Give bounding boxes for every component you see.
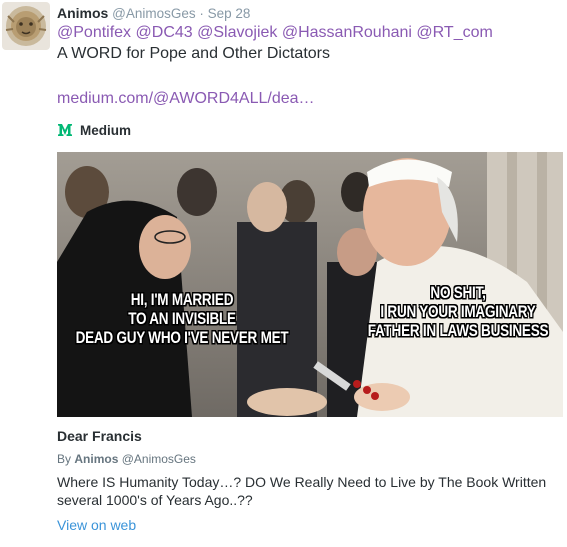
card-description: Where IS Humanity Today…? DO We Really N… xyxy=(57,474,547,508)
view-on-web-link[interactable]: View on web xyxy=(57,517,136,533)
caption-right-line: I RUN YOUR IMAGINARY xyxy=(380,303,536,321)
caption-left-line: TO AN INVISIBLE xyxy=(128,310,236,328)
separator-dot: · xyxy=(199,6,204,21)
author-name[interactable]: Animos xyxy=(57,5,108,21)
provider-name: Medium xyxy=(80,122,132,138)
caption-right-line: NO SHIT, xyxy=(430,284,486,302)
card-image[interactable]: HI, I'M MARRIED TO AN INVISIBLE DEAD GUY… xyxy=(57,152,563,417)
medium-icon xyxy=(58,124,72,136)
mention-hassanrouhani[interactable]: @HassanRouhani xyxy=(282,24,412,41)
tweet-header: Animos @AnimosGes · Sep 28 xyxy=(57,5,250,21)
lion-avatar-icon xyxy=(2,2,50,50)
avatar[interactable] xyxy=(2,2,50,50)
tweet-text: @Pontifex @DC43 @Slavojiek @HassanRouhan… xyxy=(57,22,557,64)
by-prefix: By xyxy=(57,452,72,466)
caption-left-line: DEAD GUY WHO I'VE NEVER MET xyxy=(75,329,289,347)
mentions-line: @Pontifex @DC43 @Slavojiek @HassanRouhan… xyxy=(57,22,557,43)
tweet-body: A WORD for Pope and Other Dictators xyxy=(57,45,330,62)
card-provider[interactable]: Medium xyxy=(57,121,131,139)
meme-caption-left: HI, I'M MARRIED TO AN INVISIBLE DEAD GUY… xyxy=(63,291,301,348)
caption-right-line: FATHER IN LAWS BUSINESS xyxy=(367,322,549,340)
mention-rt-com[interactable]: @RT_com xyxy=(416,24,492,41)
caption-left-line: HI, I'M MARRIED xyxy=(130,291,234,309)
mention-slavojiek[interactable]: @Slavojiek xyxy=(197,24,277,41)
card-title[interactable]: Dear Francis xyxy=(57,428,142,444)
mention-pontifex[interactable]: @Pontifex xyxy=(57,24,131,41)
tweet-link[interactable]: medium.com/@AWORD4ALL/dea… xyxy=(57,90,315,108)
byline-author[interactable]: Animos xyxy=(74,452,118,466)
card-byline: By Animos @AnimosGes xyxy=(57,452,196,466)
author-handle[interactable]: @AnimosGes xyxy=(112,6,195,21)
meme-caption-right: NO SHIT, I RUN YOUR IMAGINARY FATHER IN … xyxy=(339,284,563,341)
tweet-date[interactable]: Sep 28 xyxy=(208,6,251,21)
byline-handle[interactable]: @AnimosGes xyxy=(122,452,196,466)
mention-dc43[interactable]: @DC43 xyxy=(136,24,193,41)
